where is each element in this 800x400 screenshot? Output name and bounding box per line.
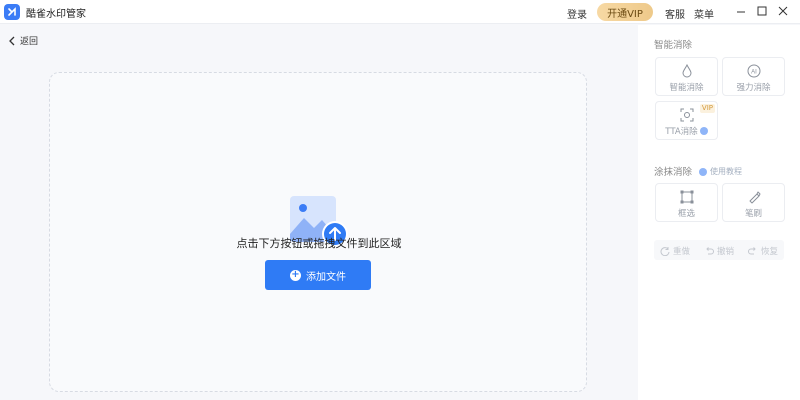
smart-section-title: 智能消除 (654, 40, 693, 51)
maximize-icon[interactable] (755, 4, 769, 18)
info-icon (699, 127, 708, 135)
rectangle-select-icon (656, 189, 717, 205)
app-title: 酷雀水印管家 (26, 9, 86, 20)
back-button[interactable]: 返回 (8, 34, 38, 47)
title-bar: 酷雀水印管家 登录 开通VIP 客服 菜单 (0, 0, 800, 24)
paint-section-title: 涂抹消除 (654, 167, 693, 178)
tool-rect-select[interactable]: 框选 (655, 183, 718, 222)
redo-label: 恢复 (761, 247, 779, 257)
vip-button[interactable]: 开通VIP (597, 3, 653, 21)
ai-icon: AI (723, 63, 784, 79)
svg-text:AI: AI (751, 70, 757, 76)
plus-icon: + (290, 269, 301, 281)
tool-label: 强力消除 (736, 83, 771, 93)
brush-icon (723, 189, 784, 205)
help-link[interactable]: 使用教程 (699, 166, 742, 177)
tool-brush[interactable]: 笔刷 (722, 183, 785, 222)
help-link-label: 使用教程 (710, 167, 742, 176)
drop-hint-text: 点击下方按钮或拖拽文件到此区域 (236, 237, 402, 250)
play-icon (699, 167, 707, 176)
chevron-left-icon (9, 36, 15, 45)
customer-service-link[interactable]: 客服 (665, 6, 685, 21)
tool-label-wrap: TTA消除 (656, 125, 717, 137)
app-logo-icon (4, 4, 20, 20)
login-link[interactable]: 登录 (567, 6, 587, 21)
redo-button[interactable]: 恢复 (748, 245, 778, 257)
tool-label: TTA消除 (665, 127, 698, 137)
redo-icon (748, 247, 756, 255)
undo-label: 撤销 (717, 247, 735, 257)
minimize-icon[interactable] (734, 4, 748, 18)
undo-button[interactable]: 撤销 (704, 245, 734, 257)
add-file-label: 添加文件 (306, 271, 346, 283)
reset-label: 重做 (673, 247, 691, 257)
tool-panel: 智能消除 智能消除 AI 强力消除 VIP TTA消除 涂抹消除 使用教程 框选 (638, 25, 800, 400)
scan-icon (656, 107, 717, 123)
droplet-icon (656, 63, 717, 79)
add-file-button[interactable]: + 添加文件 (265, 260, 371, 290)
menu-link[interactable]: 菜单 (694, 6, 714, 21)
undo-icon (706, 247, 714, 255)
tool-label: 框选 (677, 209, 695, 219)
reset-button[interactable]: 重做 (660, 245, 690, 257)
back-label: 返回 (20, 37, 39, 47)
reset-icon (660, 247, 670, 256)
tool-smart-remove[interactable]: 智能消除 (655, 57, 718, 96)
tool-label: 笔刷 (744, 209, 762, 219)
tool-strong-remove[interactable]: AI 强力消除 (722, 57, 785, 96)
close-icon[interactable] (776, 4, 790, 18)
tool-label: 智能消除 (669, 83, 704, 93)
tool-tta-remove[interactable]: VIP TTA消除 (655, 101, 718, 140)
